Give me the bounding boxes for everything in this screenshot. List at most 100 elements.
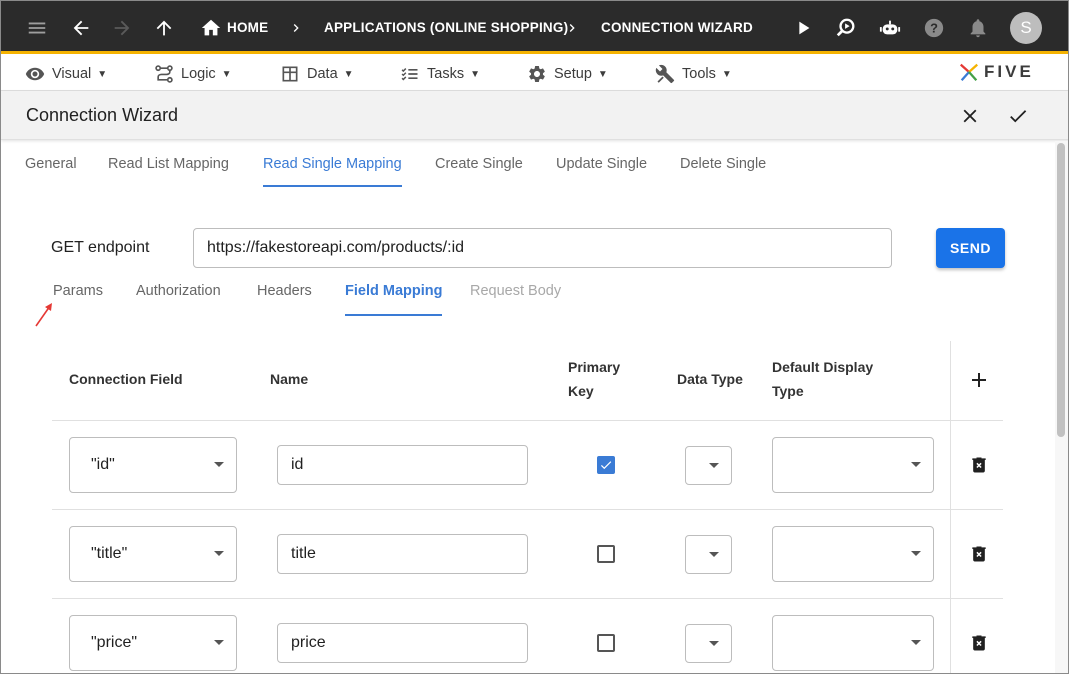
add-row-button[interactable] bbox=[967, 368, 991, 392]
top-app-bar: HOME APPLICATIONS (ONLINE SHOPPING) CONN… bbox=[1, 1, 1068, 54]
column-header-default-display-line1: Default Display bbox=[772, 359, 874, 375]
connection-field-select[interactable]: "price" bbox=[69, 615, 237, 671]
field-name-input[interactable] bbox=[277, 445, 528, 485]
menu-logic[interactable]: Logic ▼ bbox=[154, 57, 232, 91]
menu-setup[interactable]: Setup ▼ bbox=[527, 57, 608, 91]
menu-data[interactable]: Data ▼ bbox=[280, 57, 354, 91]
subtab-headers[interactable]: Headers bbox=[257, 266, 312, 316]
dropdown-arrow-icon bbox=[709, 462, 719, 468]
active-subtab-indicator bbox=[345, 314, 443, 316]
caret-down-icon: ▼ bbox=[597, 68, 608, 80]
column-header-connection-field: Connection Field bbox=[69, 371, 183, 387]
five-logo: FIVE bbox=[958, 59, 1034, 85]
connection-field-select[interactable]: "id" bbox=[69, 437, 237, 493]
check-icon bbox=[1010, 110, 1027, 123]
logo-text: FIVE bbox=[984, 62, 1034, 81]
trash-icon bbox=[972, 546, 986, 562]
caret-down-icon: ▼ bbox=[721, 68, 732, 80]
tasks-icon bbox=[401, 68, 418, 81]
dropdown-arrow-icon bbox=[911, 551, 921, 556]
primary-key-checkbox[interactable] bbox=[597, 634, 615, 652]
subtab-params[interactable]: Params bbox=[53, 266, 103, 316]
delete-row-button[interactable] bbox=[969, 543, 989, 565]
column-header-primary-key-line2: Key bbox=[568, 383, 594, 399]
tab-general[interactable]: General bbox=[25, 141, 77, 187]
field-name-input[interactable] bbox=[277, 623, 528, 663]
data-type-select[interactable] bbox=[685, 446, 732, 485]
eye-icon bbox=[25, 67, 45, 81]
breadcrumb-applications[interactable]: APPLICATIONS (ONLINE SHOPPING) bbox=[324, 1, 568, 54]
dropdown-arrow-icon bbox=[214, 551, 224, 556]
row-divider bbox=[52, 420, 1003, 421]
field-name-input[interactable] bbox=[277, 534, 528, 574]
check-icon bbox=[600, 461, 612, 470]
menu-tools[interactable]: Tools ▼ bbox=[655, 57, 732, 91]
up-arrow-icon[interactable] bbox=[144, 1, 184, 54]
display-type-select[interactable] bbox=[772, 526, 934, 582]
home-icon[interactable] bbox=[191, 1, 231, 54]
tab-read-list-mapping[interactable]: Read List Mapping bbox=[108, 141, 229, 187]
data-type-select[interactable] bbox=[685, 535, 732, 574]
close-button[interactable] bbox=[955, 101, 985, 131]
endpoint-url-input[interactable] bbox=[193, 228, 892, 268]
tab-read-single-mapping[interactable]: Read Single Mapping bbox=[263, 141, 402, 187]
dropdown-arrow-icon bbox=[709, 551, 719, 557]
play-icon[interactable] bbox=[783, 1, 823, 54]
subtab-field-mapping[interactable]: Field Mapping bbox=[345, 266, 443, 316]
svg-text:?: ? bbox=[930, 20, 938, 35]
tab-delete-single[interactable]: Delete Single bbox=[680, 141, 766, 187]
table-icon bbox=[282, 66, 298, 82]
tab-update-single[interactable]: Update Single bbox=[556, 141, 647, 187]
row-divider bbox=[52, 509, 1003, 510]
primary-key-checkbox[interactable] bbox=[597, 456, 615, 474]
chevron-right-icon bbox=[564, 1, 580, 54]
search-run-icon[interactable] bbox=[826, 1, 866, 54]
tools-icon bbox=[655, 64, 675, 84]
dropdown-arrow-icon bbox=[911, 462, 921, 467]
data-type-select[interactable] bbox=[685, 624, 732, 663]
caret-down-icon: ▼ bbox=[470, 68, 480, 80]
connection-field-select[interactable]: "title" bbox=[69, 526, 237, 582]
chatbot-icon[interactable] bbox=[870, 1, 910, 54]
trash-icon bbox=[972, 457, 986, 473]
menu-tasks[interactable]: Tasks ▼ bbox=[400, 57, 480, 91]
delete-row-button[interactable] bbox=[969, 632, 989, 654]
breadcrumb-connection-wizard[interactable]: CONNECTION WIZARD bbox=[601, 1, 753, 54]
menu-tools-label: Tools bbox=[682, 66, 716, 82]
column-header-default-display-line2: Type bbox=[772, 383, 804, 399]
menu-bar: Visual ▼ Logic ▼ Data ▼ Tasks ▼ Setup ▼ Tools… bbox=[1, 57, 1068, 91]
menu-tasks-label: Tasks bbox=[427, 66, 465, 82]
menu-data-label: Data bbox=[307, 66, 338, 82]
subtab-authorization[interactable]: Authorization bbox=[136, 266, 221, 316]
active-tab-indicator bbox=[263, 185, 402, 187]
confirm-button[interactable] bbox=[1003, 101, 1033, 131]
hamburger-menu-icon[interactable] bbox=[17, 1, 57, 54]
display-type-select[interactable] bbox=[772, 615, 934, 671]
notifications-bell-icon[interactable] bbox=[958, 1, 998, 54]
menu-visual[interactable]: Visual ▼ bbox=[25, 57, 107, 91]
user-avatar[interactable]: S bbox=[1010, 12, 1042, 44]
row-divider bbox=[52, 598, 1003, 599]
menu-visual-label: Visual bbox=[52, 66, 92, 82]
breadcrumb-home[interactable]: HOME bbox=[227, 1, 268, 54]
column-header-primary-key-line1: Primary bbox=[568, 359, 621, 375]
connection-field-value: "id" bbox=[91, 456, 115, 473]
tab-read-single-mapping-label: Read Single Mapping bbox=[263, 156, 402, 172]
plus-icon bbox=[972, 373, 986, 387]
app-window: HOME APPLICATIONS (ONLINE SHOPPING) CONN… bbox=[0, 0, 1069, 674]
forward-arrow-icon[interactable] bbox=[102, 1, 142, 54]
tab-create-single[interactable]: Create Single bbox=[435, 141, 523, 187]
dropdown-arrow-icon bbox=[709, 640, 719, 646]
column-header-name: Name bbox=[270, 371, 309, 387]
primary-key-checkbox[interactable] bbox=[597, 545, 615, 563]
back-arrow-icon[interactable] bbox=[61, 1, 101, 54]
delete-row-button[interactable] bbox=[969, 454, 989, 476]
scrollbar-thumb[interactable] bbox=[1057, 143, 1065, 437]
menu-setup-label: Setup bbox=[554, 66, 592, 82]
send-button[interactable]: SEND bbox=[936, 228, 1005, 268]
help-icon[interactable]: ? bbox=[914, 1, 954, 54]
chevron-right-icon bbox=[288, 1, 304, 54]
display-type-select[interactable] bbox=[772, 437, 934, 493]
caret-down-icon: ▼ bbox=[221, 68, 232, 80]
dropdown-arrow-icon bbox=[214, 640, 224, 645]
